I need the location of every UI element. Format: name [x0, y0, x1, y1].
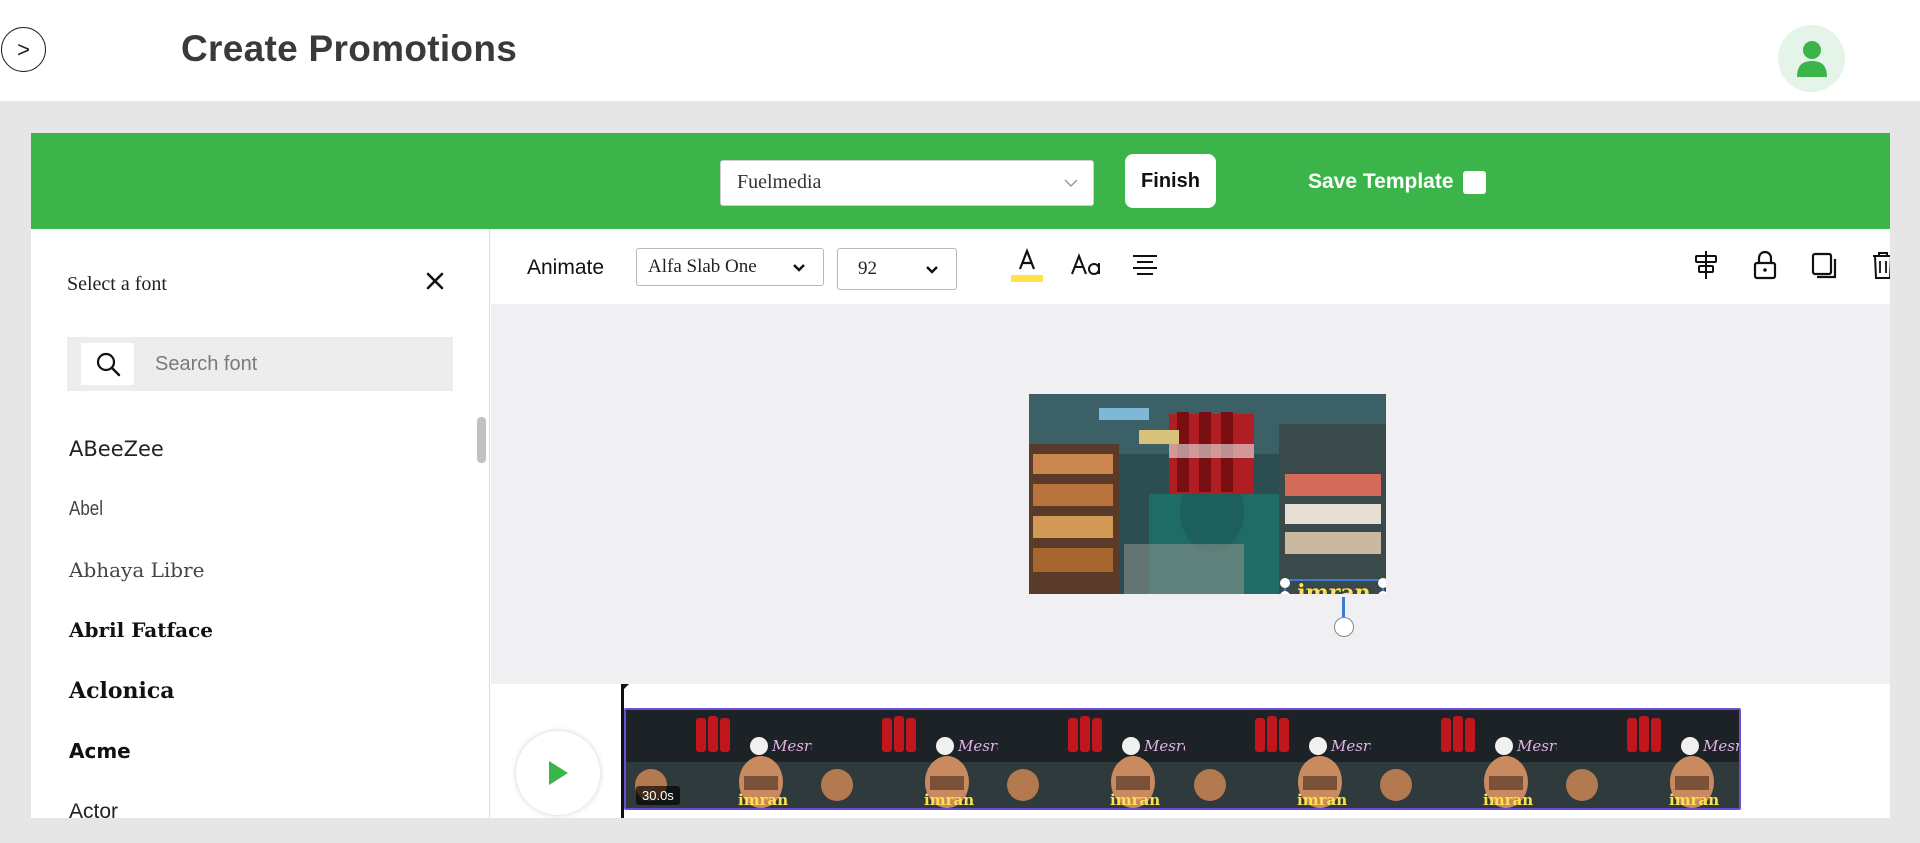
svg-text:Mesra: Mesra	[771, 737, 812, 755]
svg-text:Mesra: Mesra	[1330, 737, 1371, 755]
svg-text:Mesra: Mesra	[1702, 737, 1741, 755]
brand-select[interactable]: Fuelmedia	[720, 160, 1094, 206]
clip-duration: 30.0s	[636, 786, 680, 805]
save-template-checkbox[interactable]	[1463, 171, 1486, 194]
timeline-thumbnail: Mesra imran	[1556, 710, 1741, 809]
timeline-thumbnail: Mesra imran	[998, 710, 1185, 809]
font-item-actor[interactable]: Actor	[69, 781, 449, 818]
chevron-down-icon	[793, 264, 805, 272]
duplicate-icon[interactable]	[1806, 247, 1842, 283]
user-icon	[1796, 40, 1827, 77]
playhead-marker[interactable]	[621, 684, 629, 692]
font-item-abril-fatface[interactable]: Abril Fatface	[69, 600, 449, 660]
user-avatar[interactable]	[1778, 25, 1845, 92]
editor-topbar: Fuelmedia Finish Save Template	[31, 133, 1890, 229]
rotate-handle[interactable]	[1334, 617, 1354, 637]
font-family-value: Alfa Slab One	[648, 256, 757, 277]
chevron-down-icon	[1064, 179, 1078, 188]
align-center-icon[interactable]	[1127, 247, 1163, 283]
svg-text:imran: imran	[1669, 791, 1719, 809]
canvas-area: imran	[491, 304, 1890, 684]
font-search-input[interactable]	[139, 337, 439, 391]
font-family-select[interactable]: Alfa Slab One	[636, 248, 824, 286]
svg-text:imran: imran	[1297, 791, 1347, 809]
text-color-icon[interactable]	[1009, 247, 1045, 283]
timeline-thumbnail: Mesra imran	[1184, 710, 1371, 809]
timeline-thumbnail: Mesra imran	[812, 710, 999, 809]
font-item-abhaya-libre[interactable]: Abhaya Libre	[69, 540, 449, 600]
save-template-label: Save Template	[1308, 170, 1454, 193]
font-item-abeezee[interactable]: ABeeZee	[69, 419, 449, 479]
video-frame-image	[1029, 394, 1386, 594]
rotate-connector	[1342, 597, 1345, 619]
finish-button[interactable]: Finish	[1125, 154, 1216, 208]
playhead[interactable]	[621, 684, 624, 818]
svg-text:imran: imran	[1110, 791, 1160, 809]
sidebar-toggle-button[interactable]: >	[1, 27, 46, 72]
lock-icon[interactable]	[1747, 247, 1783, 283]
font-item-acme[interactable]: Acme	[69, 721, 449, 781]
chevron-down-icon	[926, 266, 938, 274]
svg-text:Mesra: Mesra	[1143, 737, 1184, 755]
text-case-icon[interactable]	[1069, 247, 1105, 283]
search-icon	[81, 343, 134, 385]
play-button[interactable]	[516, 731, 600, 815]
text-layer-overlay[interactable]: imran	[1277, 578, 1386, 594]
svg-text:Mesra: Mesra	[957, 737, 998, 755]
font-list: ABeeZee Abel Abhaya Libre Abril Fatface …	[69, 419, 449, 818]
font-sidebar: Select a font ABeeZee Abel Abhaya Libre …	[31, 229, 490, 818]
overlay-text: imran	[1297, 580, 1371, 594]
font-size-select[interactable]: 92	[837, 248, 957, 290]
svg-text:imran: imran	[1483, 791, 1533, 809]
timeline-thumbnail: Mesra imran	[1370, 710, 1557, 809]
close-icon[interactable]	[423, 269, 447, 293]
align-layers-icon[interactable]	[1688, 247, 1724, 283]
brand-select-value: Fuelmedia	[737, 171, 822, 193]
font-size-value: 92	[858, 258, 877, 279]
trash-icon[interactable]	[1865, 247, 1890, 283]
timeline: Mesra imran Mesra imran Mesra imran Mesra im…	[491, 684, 1890, 818]
page-title: Create Promotions	[181, 28, 518, 69]
video-track[interactable]: Mesra imran Mesra imran Mesra imran Mesra im…	[624, 708, 1741, 810]
svg-text:Mesra: Mesra	[1516, 737, 1557, 755]
svg-text:imran: imran	[924, 791, 974, 809]
font-item-aclonica[interactable]: Aclonica	[69, 661, 449, 721]
editor-card: Fuelmedia Finish Save Template Select a …	[31, 133, 1890, 818]
video-preview[interactable]: imran	[1029, 394, 1386, 594]
text-toolbar: Animate Alfa Slab One 92	[491, 229, 1890, 304]
font-item-abel[interactable]: Abel	[69, 479, 392, 539]
svg-text:imran: imran	[738, 791, 788, 809]
animate-button[interactable]: Animate	[527, 256, 604, 280]
font-list-scrollbar[interactable]	[477, 417, 486, 463]
font-panel-title: Select a font	[67, 273, 167, 295]
font-search-box	[67, 337, 453, 391]
play-icon	[549, 761, 568, 785]
top-header: > Create Promotions	[0, 0, 1920, 101]
